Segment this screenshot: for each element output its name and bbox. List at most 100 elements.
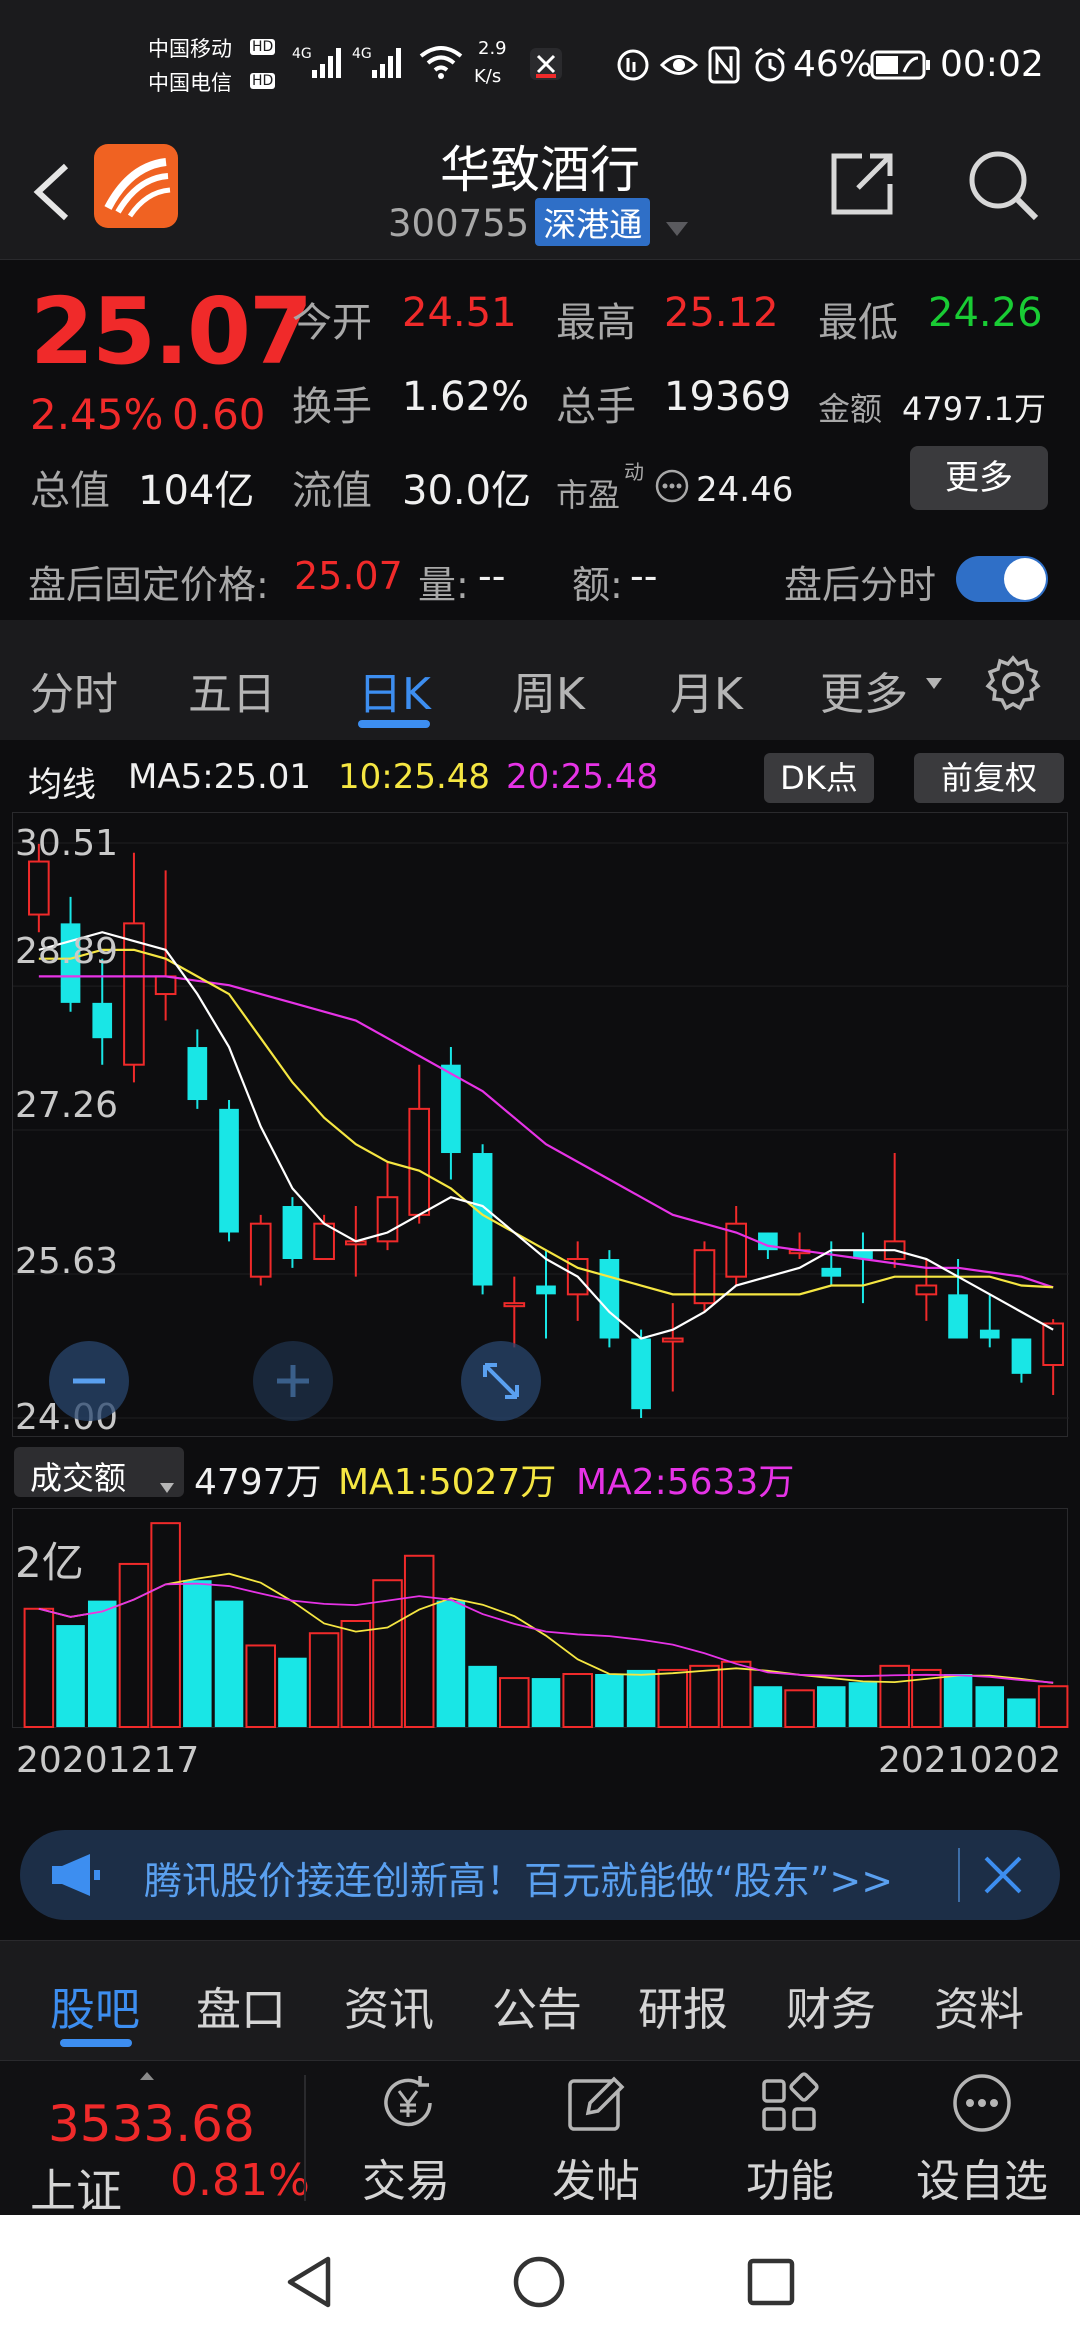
settings-gear-icon[interactable] [984, 654, 1042, 712]
zoom-in-button[interactable] [253, 1341, 333, 1421]
close-icon[interactable] [980, 1852, 1026, 1898]
caret-down-icon [158, 1465, 176, 1493]
tab-profile[interactable]: 资料 [934, 1973, 1024, 2038]
fullscreen-button[interactable] [461, 1341, 541, 1421]
candle [599, 1250, 620, 1348]
date-end: 20210202 [878, 1740, 1062, 1781]
alarm-icon [752, 46, 788, 84]
megaphone-icon [50, 1852, 104, 1898]
candle-body [948, 1294, 968, 1339]
trade-yen-icon [376, 2071, 440, 2135]
dk-point-button[interactable]: DK点 [764, 753, 874, 803]
candle [313, 1214, 335, 1261]
volume-bar [753, 1686, 783, 1727]
tab-weekly-k[interactable]: 周K [512, 658, 585, 722]
trade-button[interactable]: 交易 [316, 2061, 496, 2216]
volume-y-label: 2亿 [15, 1538, 84, 1587]
wifi-icon [418, 44, 464, 80]
zoom-out-button[interactable] [49, 1341, 129, 1421]
tab-research[interactable]: 研报 [638, 1973, 728, 2038]
candle-body [313, 1222, 335, 1261]
share-icon[interactable] [826, 148, 898, 220]
info-tabs: 股吧 盘口 资讯 公告 研报 财务 资料 [0, 1940, 1080, 2060]
tab-five-day[interactable]: 五日 [188, 658, 276, 722]
candle-body [123, 922, 145, 1066]
tab-more[interactable]: 更多 [820, 658, 908, 722]
index-ticker[interactable]: 3533.68 上证 0.81% [0, 2061, 310, 2218]
candle [853, 1232, 873, 1304]
turnover-label: 换手 [292, 384, 372, 430]
nav-back-icon[interactable] [284, 2255, 334, 2309]
tab-daily-k[interactable]: 日K [358, 658, 431, 722]
candle-body [979, 1329, 1000, 1339]
volume-bar [340, 1620, 372, 1728]
more-button[interactable]: 更多 [910, 446, 1048, 510]
pe-label: 市盈 [556, 476, 621, 514]
tab-news[interactable]: 资讯 [344, 1973, 434, 2038]
tab-orderbook[interactable]: 盘口 [196, 1973, 286, 2038]
after-hours-toggle[interactable] [956, 556, 1048, 602]
candle [788, 1232, 811, 1260]
volume-bar [689, 1664, 720, 1729]
candle [92, 958, 113, 1065]
app-notification-icon [528, 46, 564, 82]
candle [566, 1241, 589, 1321]
y-label-2: 27.26 [15, 1085, 119, 1126]
nav-home-icon[interactable] [512, 2255, 566, 2309]
volume-bar [23, 1607, 55, 1728]
dropdown-icon[interactable] [662, 204, 692, 247]
carrier-2: 中国电信 [148, 71, 232, 95]
nav-recents-icon[interactable] [746, 2257, 796, 2307]
stock-code-row[interactable]: 300755 深港通 [0, 198, 1080, 247]
battery-percent: 46% [793, 44, 874, 85]
y-label-0: 30.51 [15, 823, 119, 864]
kline-chart[interactable]: 30.51 28.89 27.26 25.63 24.00 [12, 812, 1069, 1438]
after-hours-chart-label: 盘后分时 [784, 563, 937, 607]
tab-financials[interactable]: 财务 [786, 1973, 876, 2038]
post-button[interactable]: 发帖 [506, 2061, 686, 2216]
candle-body [187, 1047, 208, 1101]
add-watchlist-button[interactable]: 设自选 [892, 2061, 1072, 2216]
tab-monthly-k[interactable]: 月K [670, 658, 743, 722]
battery-icon [870, 50, 932, 80]
search-icon[interactable] [964, 146, 1040, 222]
candle [154, 870, 177, 1021]
compose-icon [564, 2071, 628, 2135]
status-bar: 中国移动 中国电信 HD HD 4G 4G 2.9 K/s 46% 00:02 [0, 0, 1080, 130]
net-type-2: 4G [352, 46, 372, 62]
turnover-value: 1.62% [402, 374, 530, 420]
amount-label: 金额 [818, 390, 883, 428]
volume-indicator-select[interactable]: 成交额 [14, 1447, 184, 1497]
candle-body [661, 1337, 684, 1343]
candle [503, 1276, 526, 1348]
caret-up-icon [138, 2067, 156, 2080]
more-options-icon[interactable] [654, 468, 690, 504]
after-hours-price: 25.07 [294, 554, 403, 598]
volume-chart[interactable]: 2亿 [12, 1508, 1069, 1729]
volume-bar [87, 1600, 117, 1727]
volume-bar [975, 1686, 1005, 1727]
ad-banner[interactable]: 腾讯股价接连创新高！百元就能做“股东”>> [20, 1830, 1060, 1920]
low-value: 24.26 [928, 290, 1043, 336]
candle [441, 1047, 461, 1180]
mktcap-value: 104亿 [138, 468, 255, 514]
candle [693, 1241, 716, 1313]
ma-legend-row: 均线 MA5:25.01 10:25.48 20:25.48 DK点 前复权 [0, 745, 1080, 805]
candle [948, 1259, 968, 1339]
volume-bar [657, 1668, 689, 1729]
tab-announcements[interactable]: 公告 [492, 1973, 582, 2038]
index-value: 3533.68 [48, 2095, 255, 2153]
tab-forum[interactable]: 股吧 [50, 1973, 140, 2038]
tab-intraday[interactable]: 分时 [30, 658, 118, 722]
functions-button[interactable]: 功能 [700, 2061, 880, 2216]
stock-code: 300755 [387, 202, 530, 245]
stock-name: 华致酒行 [440, 141, 640, 199]
candle-body [599, 1259, 620, 1339]
volume-bar [150, 1522, 181, 1728]
candle [725, 1206, 748, 1286]
ad-text[interactable]: 腾讯股价接连创新高！百元就能做“股东”>> [144, 1850, 893, 1905]
candle [376, 1161, 399, 1251]
ma20-value: 20:25.48 [506, 757, 659, 797]
action-bar: 3533.68 上证 0.81% 交易 发帖 功能 设自选 [0, 2060, 1080, 2218]
adjust-button[interactable]: 前复权 [914, 753, 1064, 803]
